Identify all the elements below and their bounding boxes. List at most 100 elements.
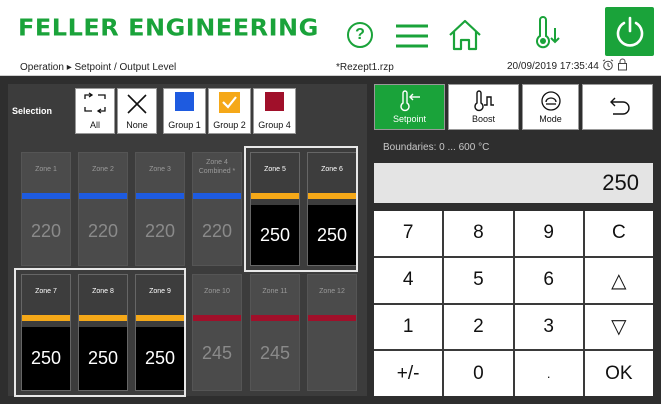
zone-label: Zone 7	[35, 288, 57, 295]
thermometer-left-icon	[399, 90, 420, 112]
app-window: FELLER ENGINEERING ? Operation ▸ Setpoin…	[0, 0, 661, 404]
mode-icon	[540, 91, 561, 111]
zone-value: 250	[308, 205, 356, 265]
up-key[interactable]: △	[584, 257, 653, 303]
numeric-keypad: 7 8 9 C 4 5 6 △ 1 2 3 ▽ +/- 0. OK	[374, 211, 653, 396]
group-2-label: Group 2	[213, 120, 246, 130]
selection-label: Selection	[12, 106, 53, 116]
back-button[interactable]	[582, 84, 653, 130]
zone-tile[interactable]: Zone 7 250	[21, 274, 71, 391]
zone-value: 220	[144, 220, 176, 241]
tab-boost-label: Boost	[471, 114, 495, 124]
blue-square-icon	[175, 92, 194, 111]
zone-label: Zone 8	[92, 288, 114, 295]
select-none-label: None	[126, 120, 148, 130]
select-all-icon	[84, 92, 106, 114]
datetime: 20/09/2019 17:35:44	[507, 60, 599, 72]
zone-group-bar	[251, 193, 299, 199]
tab-boost[interactable]: Boost	[448, 84, 519, 130]
digit-5-key[interactable]: 5	[444, 257, 513, 303]
zone-group-bar	[136, 193, 184, 199]
zone-label: Zone 12	[319, 288, 345, 295]
orange-check-icon	[219, 92, 240, 113]
value-display: 250	[374, 163, 653, 203]
group-4-button[interactable]: Group 4	[253, 88, 296, 134]
zone-label: Zone 6	[321, 166, 343, 173]
zone-value: 250	[22, 327, 70, 390]
alarm-clock-icon[interactable]	[602, 58, 614, 74]
zone-label: Zone 5	[264, 166, 286, 173]
zone-tile[interactable]: Zone 1 220	[21, 152, 71, 266]
select-all-label: All	[89, 120, 100, 130]
zone-tile[interactable]: Zone 10 245	[192, 274, 242, 391]
breadcrumb: Operation ▸ Setpoint / Output Level	[20, 62, 177, 73]
digit-1-key[interactable]: 1	[374, 304, 443, 350]
zone-tile[interactable]: Zone 11 245	[250, 274, 300, 391]
zone-tile[interactable]: Zone 9 250	[135, 274, 185, 391]
zone-tile[interactable]: Zone 12	[307, 274, 357, 391]
group-1-label: Group 1	[168, 120, 201, 130]
zone-label: Zone 1	[35, 166, 57, 173]
zone-tile[interactable]: Zone 2 220	[78, 152, 128, 266]
digit-7-key[interactable]: 7	[374, 211, 443, 256]
select-all-button[interactable]: All	[75, 88, 115, 134]
group-4-label: Group 4	[258, 120, 291, 130]
brand-logo: FELLER ENGINEERING	[18, 14, 319, 42]
zone-group-bar	[79, 315, 127, 321]
x-icon	[127, 94, 147, 114]
datetime-area: 20/09/2019 17:35:44	[507, 58, 628, 74]
zone-value: 250	[79, 327, 127, 390]
zone-tile[interactable]: Zone 4 Combined * 220	[192, 152, 242, 266]
digit-3-key[interactable]: 3	[514, 304, 583, 350]
recipe-file-name: *Rezept1.rzp	[336, 62, 394, 73]
zone-group-bar	[136, 315, 184, 321]
decimal-key[interactable]: .	[514, 351, 583, 396]
zone-value: 245	[259, 342, 291, 363]
zone-value: 220	[87, 220, 119, 241]
zone-label: Zone 4 Combined *	[198, 159, 236, 175]
menu-icon[interactable]	[394, 22, 430, 50]
select-none-button[interactable]: None	[117, 88, 157, 134]
zone-label: Zone 9	[149, 288, 171, 295]
red-square-icon	[265, 92, 284, 111]
zone-value: 250	[251, 205, 299, 265]
digit-4-key[interactable]: 4	[374, 257, 443, 303]
boundaries-text: Boundaries: 0 ... 600 °C	[383, 142, 490, 153]
back-icon	[609, 97, 630, 115]
clear-key[interactable]: C	[584, 211, 653, 256]
header: FELLER ENGINEERING ? Operation ▸ Setpoin…	[0, 0, 661, 76]
digit-6-key[interactable]: 6	[514, 257, 583, 303]
tab-mode[interactable]: Mode	[522, 84, 579, 130]
zone-value: 220	[201, 220, 233, 241]
group-2-button[interactable]: Group 2	[208, 88, 251, 134]
sign-key[interactable]: +/-	[374, 351, 443, 396]
zone-value: 250	[136, 327, 184, 390]
zone-group-bar	[79, 193, 127, 199]
zone-label: Zone 3	[149, 166, 171, 173]
tab-setpoint-label: Setpoint	[392, 114, 427, 124]
zone-tile[interactable]: Zone 6 250	[307, 152, 357, 266]
tab-setpoint[interactable]: Setpoint	[374, 84, 445, 130]
tab-mode-label: Mode	[539, 114, 562, 124]
digit-9-key[interactable]: 9	[514, 211, 583, 256]
zone-tile[interactable]: Zone 8 250	[78, 274, 128, 391]
digit-0-key[interactable]: 0	[444, 351, 513, 396]
help-icon[interactable]: ?	[347, 22, 373, 48]
zone-tile[interactable]: Zone 3 220	[135, 152, 185, 266]
zone-value: 220	[30, 220, 62, 241]
thermometer-down-icon[interactable]	[532, 16, 562, 50]
home-icon[interactable]	[446, 18, 484, 52]
down-key[interactable]: ▽	[584, 304, 653, 350]
zone-label: Zone 10	[204, 288, 230, 295]
digit-8-key[interactable]: 8	[444, 211, 513, 256]
power-icon[interactable]	[605, 7, 654, 56]
zone-group-bar	[22, 193, 70, 199]
digit-2-key[interactable]: 2	[444, 304, 513, 350]
zone-label: Zone 2	[92, 166, 114, 173]
group-1-button[interactable]: Group 1	[163, 88, 206, 134]
zone-group-bar	[193, 193, 241, 199]
zone-tile[interactable]: Zone 5 250	[250, 152, 300, 266]
lock-icon[interactable]	[617, 58, 628, 74]
ok-key[interactable]: OK	[584, 351, 653, 396]
zone-group-bar	[22, 315, 70, 321]
